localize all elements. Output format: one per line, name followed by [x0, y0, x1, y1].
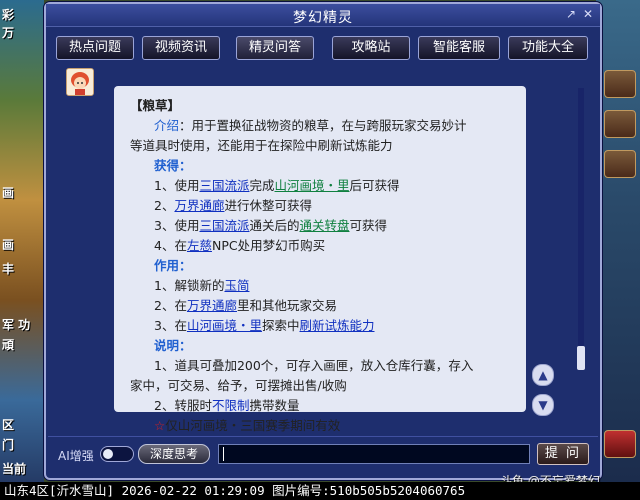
- tab-sprite-qa[interactable]: 精灵问答: [236, 36, 314, 60]
- status-bar: 山东4区[沂水雪山] 2026-02-22 01:29:09 图片编号:510b…: [0, 482, 640, 500]
- status-text: 山东4区[沂水雪山] 2026-02-22 01:29:09 图片编号:510b…: [4, 483, 466, 498]
- game-background-right: [596, 0, 640, 500]
- link-three-kingdoms[interactable]: 三国流派: [199, 218, 249, 233]
- text-caret: [223, 447, 224, 461]
- bg-label: 门: [2, 438, 15, 452]
- use-label: 作用: [154, 258, 180, 273]
- link-shanhe-huajing[interactable]: 山河画境・里: [274, 178, 349, 193]
- bg-label: 画: [2, 238, 15, 252]
- star-icon: ☆: [154, 418, 166, 433]
- obtain-label: 获得: [154, 158, 180, 173]
- bg-label: 彩: [2, 8, 15, 22]
- list-item: 1、使用三国流派完成山河画境・里后可获得: [154, 178, 400, 193]
- scrollbar-thumb[interactable]: [577, 346, 585, 370]
- link-zuo-ci[interactable]: 左慈: [187, 238, 212, 253]
- bg-label: 丰: [2, 262, 15, 276]
- scrollbar-track[interactable]: [578, 88, 584, 368]
- link-three-kingdoms[interactable]: 三国流派: [199, 178, 249, 193]
- game-side-button[interactable]: [604, 110, 636, 138]
- ai-enhance-toggle[interactable]: [100, 446, 134, 462]
- link-yujian[interactable]: 玉简: [224, 278, 249, 293]
- game-side-button[interactable]: [604, 150, 636, 178]
- item-heading: 【粮草】: [130, 98, 181, 113]
- title-bar[interactable]: 梦幻精灵 ↗ ✕: [46, 4, 600, 27]
- note-label: 说明: [154, 338, 180, 353]
- list-item: 2、在万界通廊里和其他玩家交易: [154, 298, 337, 313]
- tab-hot-questions[interactable]: 热点问题: [56, 36, 134, 60]
- intro-text: ：用于置换征战物资的粮草，在与跨服玩家交易妙计: [179, 118, 467, 133]
- tab-bar: 热点问题 视频资讯 精灵问答 攻略站 智能客服 功能大全: [56, 36, 590, 60]
- list-item: 3、在山河画境・里探索中刷新试炼能力: [154, 318, 375, 333]
- game-background-left: 彩 万 画 画 丰 军 功 頑 区 门 当前: [0, 0, 44, 500]
- list-item: ☆仅山河画境・三国赛季期间有效: [154, 418, 341, 433]
- close-icon[interactable]: ✕: [581, 7, 595, 21]
- note-1a: 1、道具可叠加200个，可存入画匣，放入仓库行囊，存入: [154, 358, 474, 373]
- tab-video-news[interactable]: 视频资讯: [142, 36, 220, 60]
- game-side-button[interactable]: [604, 70, 636, 98]
- answer-bubble: 【粮草】 介绍：用于置换征战物资的粮草，在与跨服玩家交易妙计 等道具时使用，还能…: [114, 86, 526, 433]
- ask-button[interactable]: 提 问: [537, 443, 589, 465]
- bg-label: 区: [2, 418, 15, 432]
- question-input[interactable]: [218, 444, 530, 464]
- tab-all-features[interactable]: 功能大全: [508, 36, 588, 60]
- bg-label: 军 功: [2, 318, 31, 332]
- window-title: 梦幻精灵: [293, 10, 353, 26]
- game-side-button[interactable]: [604, 430, 636, 458]
- list-item: 3、使用三国流派通关后的通关转盘可获得: [154, 218, 388, 233]
- divider: [48, 436, 598, 437]
- link-clear-wheel[interactable]: 通关转盘: [299, 218, 349, 233]
- sprite-window: 梦幻精灵 ↗ ✕ 热点问题 视频资讯 精灵问答 攻略站 智能客服 功能大全 【粮…: [44, 2, 602, 480]
- bg-label: 当前: [2, 462, 27, 476]
- thumbs-up-icon[interactable]: ▲: [532, 364, 554, 386]
- thumbs-down-icon[interactable]: ▼: [532, 394, 554, 416]
- tab-smart-service[interactable]: 智能客服: [418, 36, 500, 60]
- deep-think-button[interactable]: 深度思考: [138, 444, 210, 464]
- list-item: 2、万界通廊进行休整可获得: [154, 198, 312, 213]
- sprite-avatar: [66, 68, 94, 96]
- intro-text-cont: 等道具时使用，还能用于在探险中刷新试炼能力: [130, 138, 393, 153]
- bg-label: 画: [2, 186, 15, 200]
- bg-label: 万: [2, 26, 15, 40]
- note-1b: 家中，可交易、给予，可摆摊出售/收购: [130, 378, 347, 393]
- toggle-knob: [103, 449, 113, 459]
- link-wanjie-tonglang[interactable]: 万界通廊: [187, 298, 237, 313]
- intro-label: 介绍: [154, 118, 180, 133]
- link-refresh-trial[interactable]: 刷新试炼能力: [299, 318, 374, 333]
- list-item: 4、在左慈NPC处用梦幻币购买: [154, 238, 326, 253]
- bg-label: 頑: [2, 338, 15, 352]
- link-wanjie-tonglang[interactable]: 万界通廊: [174, 198, 224, 213]
- link-shanhe-huajing[interactable]: 山河画境・里: [187, 318, 262, 333]
- expand-icon[interactable]: ↗: [564, 7, 578, 21]
- note-highlight: 不限制: [211, 398, 250, 413]
- list-item: 1、解锁新的玉简: [154, 278, 250, 293]
- list-item: 2、转服时不限制携带数量: [154, 398, 300, 413]
- tab-guide-station[interactable]: 攻略站: [332, 36, 410, 60]
- ai-enhance-label: AI增强: [58, 449, 94, 463]
- answer-content: 【粮草】 介绍：用于置换征战物资的粮草，在与跨服玩家交易妙计 等道具时使用，还能…: [130, 96, 514, 436]
